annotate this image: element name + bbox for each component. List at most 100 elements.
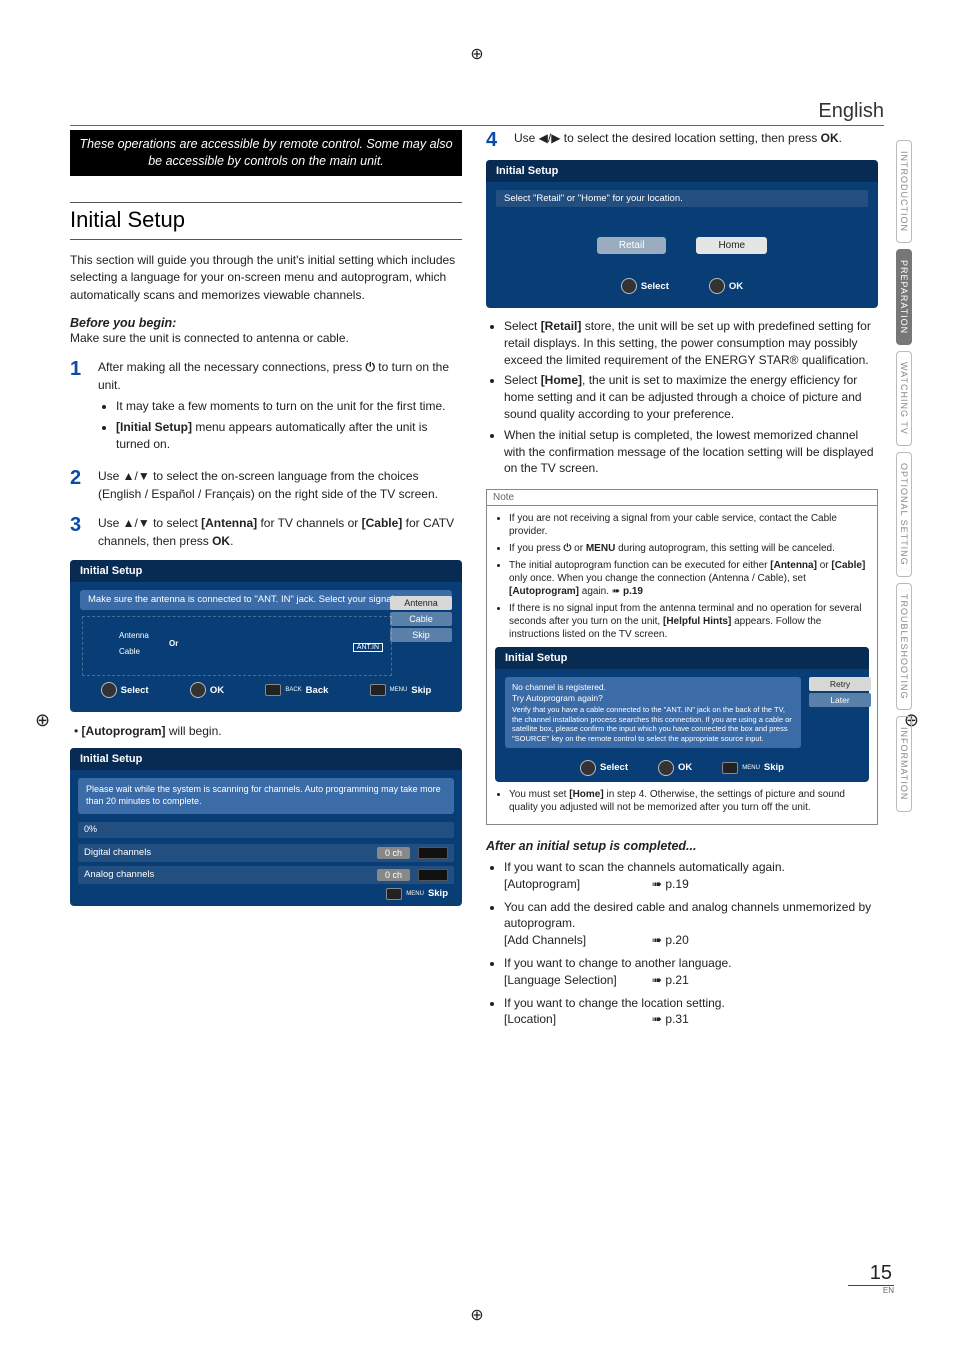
tv2-row-analog: Analog channels 0 ch	[78, 866, 454, 884]
tv2-digital-label: Digital channels	[84, 847, 369, 858]
registration-mark-top: ⊕	[470, 44, 483, 64]
nav-ring-icon	[621, 278, 637, 294]
tv3-option-home: Home	[696, 237, 767, 254]
after-1-label: [Add Channels]	[504, 932, 644, 949]
step-3-a: Use ▲/▼ to select	[98, 516, 201, 530]
tv1-title: Initial Setup	[70, 560, 462, 582]
step-3-b: for TV channels or	[257, 516, 362, 530]
page-number: 15 EN	[848, 1262, 894, 1295]
power-icon: ⏻	[563, 543, 571, 554]
ok-button-icon	[709, 278, 725, 294]
tv3-footer-select: Select	[641, 281, 669, 292]
tv-screen-scanning: Initial Setup Please wait while the syst…	[70, 748, 462, 905]
tv4-footer-skip: Skip	[764, 763, 784, 773]
step-1-body: After making all the necessary connectio…	[98, 359, 462, 456]
tv3-footer-ok: OK	[729, 281, 743, 292]
after-item-add-channels: You can add the desired cable and analog…	[504, 899, 878, 949]
after-3-text: If you want to change the location setti…	[504, 996, 725, 1010]
tv1-back-sup: BACK	[285, 687, 301, 693]
tv1-option-antenna: Antenna	[390, 596, 452, 610]
nav-ring-icon	[580, 760, 596, 776]
note-item-2: If you press ⏻ or MENU during autoprogra…	[509, 542, 869, 555]
after-item-location: If you want to change the location setti…	[504, 995, 878, 1029]
tv3-instruction: Select "Retail" or "Home" for your locat…	[496, 190, 868, 207]
autoprogram-begin-note: • [Autoprogram] will begin.	[74, 724, 462, 738]
ok-button-icon	[190, 682, 206, 698]
tv4-option-retry: Retry	[809, 677, 871, 691]
step-1-bullet-1: It may take a few moments to turn on the…	[116, 398, 462, 415]
tv3-title: Initial Setup	[486, 160, 878, 182]
step-2-body: Use ▲/▼ to select the on-screen language…	[98, 468, 462, 503]
tv1-footer-skip: Skip	[411, 686, 431, 696]
note-box: Note If you are not receiving a signal f…	[486, 489, 878, 825]
after-2-page: ➠ p.21	[652, 972, 689, 989]
note-heading: Note	[487, 490, 877, 506]
before-you-begin-text: Make sure the unit is connected to anten…	[70, 330, 462, 347]
after-1-page: ➠ p.20	[652, 932, 689, 949]
tv-screen-no-channel: Initial Setup No channel is registered. …	[495, 647, 869, 782]
note-item-4: If there is no signal input from the ant…	[509, 602, 869, 641]
tv2-digital-preview	[418, 847, 448, 859]
after-0-text: If you want to scan the channels automat…	[504, 860, 785, 874]
step-1-bullet-2: [Initial Setup] menu appears automatical…	[116, 419, 462, 453]
diag-antenna-label: Antenna	[119, 631, 149, 640]
page-number-en: EN	[848, 1286, 894, 1295]
step-number-2: 2	[70, 468, 88, 488]
tv3-option-retail: Retail	[597, 237, 667, 254]
after-2-text: If you want to change to another languag…	[504, 956, 732, 970]
tv2-menu-sup: MENU	[406, 891, 424, 897]
diag-antin-label: ANT.IN	[353, 643, 383, 652]
tv2-analog-count: 0 ch	[377, 869, 410, 881]
page-number-value: 15	[848, 1262, 894, 1286]
step-number-1: 1	[70, 359, 88, 379]
back-button-icon	[265, 684, 281, 696]
menu-button-icon	[370, 684, 386, 696]
step-4-a: Use ◀/▶ to select the desired location s…	[514, 131, 821, 145]
menu-button-icon	[386, 888, 402, 900]
location-bullet-home: Select [Home], the unit is set to maximi…	[504, 372, 878, 422]
after-3-page: ➠ p.31	[652, 1011, 689, 1028]
location-bullet-retail: Select [Retail] store, the unit will be …	[504, 318, 878, 368]
tab-watching-tv: WATCHING TV	[896, 351, 912, 446]
operations-banner: These operations are accessible by remot…	[70, 130, 462, 176]
tv1-menu-sup: MENU	[390, 687, 408, 693]
tab-troubleshooting: TROUBLESHOOTING	[896, 583, 912, 711]
note-item-1: If you are not receiving a signal from y…	[509, 512, 869, 538]
registration-mark-left: ⊕	[35, 710, 50, 731]
tv4-msg-2: Try Autoprogram again?	[512, 693, 794, 704]
tv4-body: Verify that you have a cable connected t…	[512, 705, 794, 743]
after-1-text: You can add the desired cable and analog…	[504, 900, 871, 931]
note-item-3: The initial autoprogram function can be …	[509, 559, 869, 598]
after-0-page: ➠ p.19	[652, 876, 689, 893]
tv4-menu-sup: MENU	[742, 765, 760, 771]
tv-screen-location: Initial Setup Select "Retail" or "Home" …	[486, 160, 878, 308]
tv4-title: Initial Setup	[495, 647, 869, 669]
step-4-body: Use ◀/▶ to select the desired location s…	[514, 130, 878, 147]
step-4-b: .	[839, 131, 842, 145]
after-2-label: [Language Selection]	[504, 972, 644, 989]
nav-ring-icon	[101, 682, 117, 698]
location-bullet-completed: When the initial setup is completed, the…	[504, 427, 878, 477]
registration-mark-bottom: ⊕	[470, 1305, 483, 1325]
step-number-3: 3	[70, 515, 88, 535]
tv2-footer-skip: Skip	[428, 889, 448, 899]
tv1-footer-select: Select	[121, 685, 149, 696]
tab-introduction: INTRODUCTION	[896, 140, 912, 243]
tv2-row-digital: Digital channels 0 ch	[78, 844, 454, 862]
power-icon: ⏻	[365, 360, 375, 374]
tv2-digital-count: 0 ch	[377, 847, 410, 859]
after-0-label: [Autoprogram]	[504, 876, 644, 893]
tv2-analog-preview	[418, 869, 448, 881]
tv1-option-cable: Cable	[390, 612, 452, 626]
step-number-4: 4	[486, 130, 504, 150]
tv4-footer-ok: OK	[678, 762, 692, 773]
tv2-percent: 0%	[84, 824, 97, 834]
tv2-message: Please wait while the system is scanning…	[78, 778, 454, 813]
tv4-option-later: Later	[809, 693, 871, 707]
intro-text: This section will guide you through the …	[70, 252, 462, 304]
after-3-label: [Location]	[504, 1011, 644, 1028]
section-tabs: INTRODUCTION PREPARATION WATCHING TV OPT…	[896, 140, 912, 812]
note-item-home: You must set [Home] in step 4. Otherwise…	[509, 788, 869, 814]
tv4-footer-select: Select	[600, 762, 628, 773]
tv2-analog-label: Analog channels	[84, 869, 369, 880]
